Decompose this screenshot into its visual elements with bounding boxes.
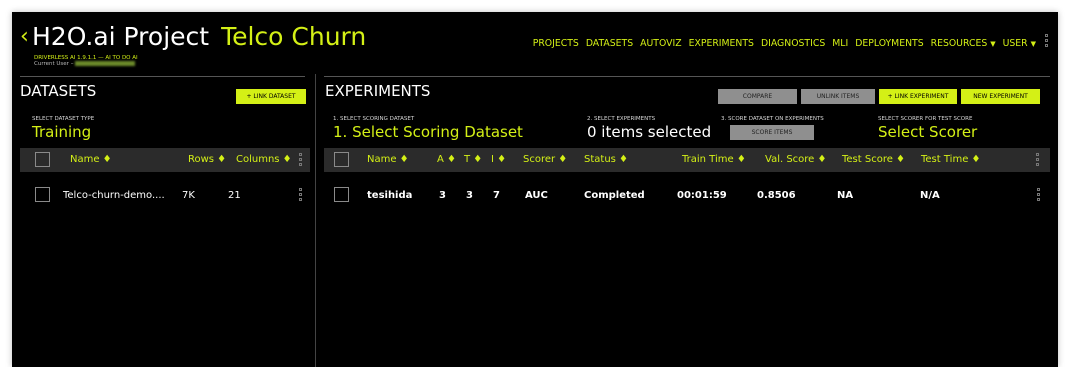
col-name[interactable]: Name ♦ xyxy=(367,154,409,165)
blurred-username xyxy=(75,61,136,66)
row-checkbox[interactable] xyxy=(334,187,349,202)
experiment-name[interactable]: tesihida xyxy=(367,190,412,201)
col-a[interactable]: A ♦ xyxy=(437,154,456,165)
scoring-dataset-select[interactable]: 1. Select Scoring Dataset xyxy=(333,123,523,141)
col-val-score[interactable]: Val. Score ♦ xyxy=(765,154,826,165)
column-options-icon[interactable] xyxy=(1036,153,1039,166)
nav-projects[interactable]: PROJECTS xyxy=(533,38,579,49)
nav-deployments[interactable]: DEPLOYMENTS xyxy=(855,38,923,49)
col-name[interactable]: Name ♦ xyxy=(70,154,112,165)
link-experiment-button[interactable]: + LINK EXPERIMENT xyxy=(879,89,957,104)
col-t[interactable]: T ♦ xyxy=(464,154,482,165)
col-i[interactable]: I ♦ xyxy=(491,154,506,165)
step2-label: 2. SELECT EXPERIMENTS xyxy=(587,116,656,122)
select-all-checkbox[interactable] xyxy=(334,152,349,167)
datasets-title: DATASETS xyxy=(20,82,97,100)
new-experiment-button[interactable]: NEW EXPERIMENT xyxy=(961,89,1040,104)
column-options-icon[interactable] xyxy=(299,153,302,166)
compare-button[interactable]: COMPARE xyxy=(718,89,797,104)
unlink-items-button[interactable]: UNLINK ITEMS xyxy=(801,89,875,104)
score-items-button[interactable]: SCORE ITEMS xyxy=(730,125,814,140)
panel-divider xyxy=(315,74,316,367)
dataset-columns: 21 xyxy=(228,190,241,201)
col-test-score[interactable]: Test Score ♦ xyxy=(842,154,905,165)
scorer-label: SELECT SCORER FOR TEST SCORE xyxy=(878,116,973,122)
experiment-train-time: 00:01:59 xyxy=(677,190,727,201)
dataset-type-label: SELECT DATASET TYPE xyxy=(32,116,95,122)
current-user-label: Current User – xyxy=(34,61,74,67)
experiments-title: EXPERIMENTS xyxy=(325,82,431,100)
col-status[interactable]: Status ♦ xyxy=(584,154,628,165)
nav-experiments[interactable]: EXPERIMENTS xyxy=(689,38,754,49)
caret-down-icon: ▼ xyxy=(990,40,996,48)
col-rows[interactable]: Rows ♦ xyxy=(188,154,226,165)
datasets-table-header: Name ♦ Rows ♦ Columns ♦ xyxy=(20,148,310,172)
nav-datasets[interactable]: DATASETS xyxy=(586,38,633,49)
app-window: ‹ H2O.ai Project Telco Churn DRIVERLESS A… xyxy=(12,12,1058,367)
step3-label: 3. SCORE DATASET ON EXPERIMENTS xyxy=(721,116,824,122)
caret-down-icon: ▼ xyxy=(1030,40,1036,48)
experiment-status: Completed xyxy=(584,190,645,201)
divider xyxy=(324,76,1050,77)
dataset-rows: 7K xyxy=(182,190,195,201)
experiment-test-score: NA xyxy=(837,190,854,201)
items-selected-text: 0 items selected xyxy=(587,123,712,141)
divider xyxy=(20,76,305,77)
experiment-accuracy: 3 xyxy=(439,190,446,201)
nav-user[interactable]: USER ▼ xyxy=(1003,38,1036,49)
col-test-time[interactable]: Test Time ♦ xyxy=(921,154,981,165)
top-nav: PROJECTS DATASETS AUTOVIZ EXPERIMENTS DI… xyxy=(533,38,1036,49)
current-user: Current User – xyxy=(34,61,136,67)
project-name: Telco Churn xyxy=(221,22,367,51)
link-dataset-button[interactable]: + LINK DATASET xyxy=(236,89,306,104)
nav-mli[interactable]: MLI xyxy=(832,38,848,49)
experiment-interpretability: 7 xyxy=(493,190,500,201)
row-checkbox[interactable] xyxy=(35,187,50,202)
experiment-time: 3 xyxy=(466,190,473,201)
col-scorer[interactable]: Scorer ♦ xyxy=(523,154,567,165)
app-name: H2O.ai Project xyxy=(32,22,210,51)
step1-label: 1. SELECT SCORING DATASET xyxy=(333,116,415,122)
dataset-name[interactable]: Telco-churn-demo.... xyxy=(63,190,165,201)
row-options-icon[interactable] xyxy=(299,188,302,201)
more-options-icon[interactable] xyxy=(1045,34,1049,47)
col-train-time[interactable]: Train Time ♦ xyxy=(682,154,746,165)
nav-resources[interactable]: RESOURCES ▼ xyxy=(931,38,996,49)
col-columns[interactable]: Columns ♦ xyxy=(236,154,292,165)
dataset-type-select[interactable]: Training xyxy=(32,123,91,141)
experiment-val-score: 0.8506 xyxy=(757,190,796,201)
chevron-left-icon[interactable]: ‹ xyxy=(20,26,29,48)
nav-autoviz[interactable]: AUTOVIZ xyxy=(640,38,681,49)
row-options-icon[interactable] xyxy=(1037,188,1040,201)
experiment-test-time: N/A xyxy=(920,190,940,201)
select-all-checkbox[interactable] xyxy=(35,152,50,167)
scorer-select[interactable]: Select Scorer xyxy=(878,123,977,141)
experiments-table-header: Name ♦ A ♦ T ♦ I ♦ Scorer ♦ Status ♦ Tra… xyxy=(324,148,1050,172)
nav-diagnostics[interactable]: DIAGNOSTICS xyxy=(761,38,825,49)
experiment-scorer: AUC xyxy=(525,190,548,201)
page-title: H2O.ai Project Telco Churn xyxy=(32,22,366,51)
